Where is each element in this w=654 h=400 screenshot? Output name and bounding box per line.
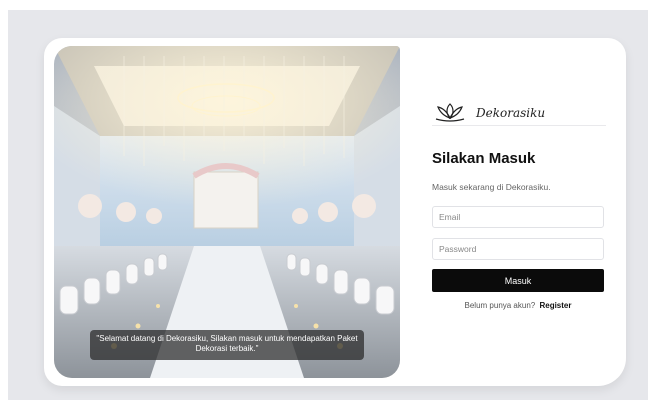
email-input[interactable] bbox=[432, 206, 604, 228]
hero-caption: "Selamat datang di Dekorasiku, Silakan m… bbox=[90, 330, 364, 360]
register-prompt: Belum punya akun? bbox=[464, 301, 536, 310]
register-prompt-line: Belum punya akun? Register bbox=[432, 301, 604, 310]
hero-image: "Selamat datang di Dekorasiku, Silakan m… bbox=[54, 46, 400, 378]
brand-header: Dekorasiku bbox=[432, 100, 606, 126]
brand-name: Dekorasiku bbox=[476, 106, 546, 120]
login-card: "Selamat datang di Dekorasiku, Silakan m… bbox=[44, 38, 626, 386]
lotus-logo-icon bbox=[435, 103, 465, 122]
login-subtitle: Masuk sekarang di Dekorasiku. bbox=[432, 182, 551, 192]
login-panel: Dekorasiku Silakan Masuk Masuk sekarang … bbox=[432, 38, 606, 386]
login-button[interactable]: Masuk bbox=[432, 269, 604, 292]
password-input[interactable] bbox=[432, 238, 604, 260]
login-title: Silakan Masuk bbox=[432, 150, 536, 167]
register-link[interactable]: Register bbox=[539, 301, 571, 310]
wedding-hall-illustration bbox=[54, 46, 400, 378]
